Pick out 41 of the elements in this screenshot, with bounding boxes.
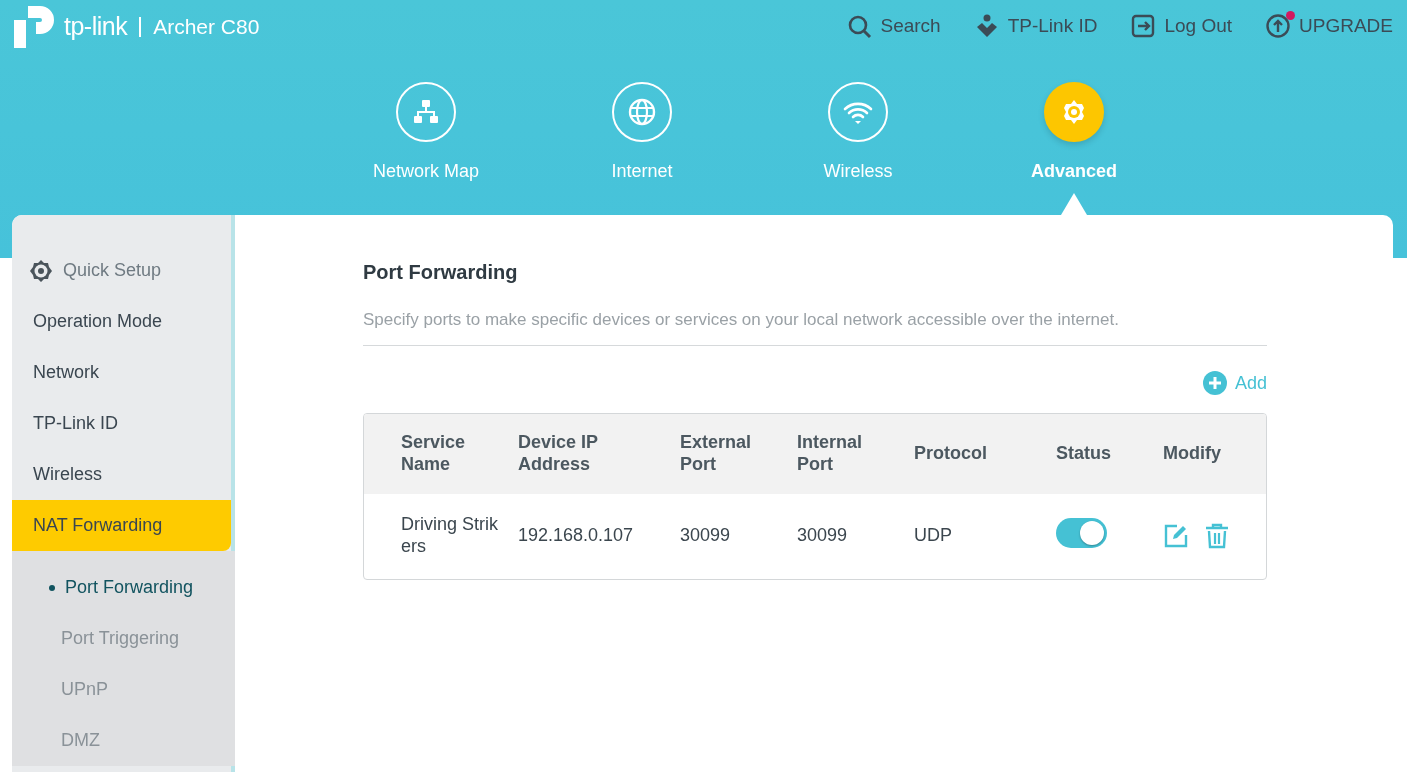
upgrade-link[interactable]: UPGRADE <box>1266 12 1393 41</box>
plus-icon <box>1202 371 1227 395</box>
column-header: External Port <box>680 430 753 475</box>
page-description: Specify ports to make specific devices or services on your local network accessible over the internet. <box>363 287 1267 346</box>
logout-link[interactable]: Log Out <box>1131 12 1233 41</box>
sidebar-item[interactable]: Network <box>12 347 231 398</box>
column-header: Status <box>1056 441 1111 464</box>
table-cell: 30099 <box>680 524 731 546</box>
table-cell-text: Driving Strikers <box>401 513 499 557</box>
submenu-item[interactable]: UPnP <box>12 664 235 715</box>
edit-icon <box>1163 523 1189 549</box>
sidebar-item[interactable]: NAT Forwarding <box>12 500 231 551</box>
column-header: Protocol <box>914 441 987 464</box>
gear-icon <box>29 258 53 283</box>
edit-button[interactable] <box>1163 523 1189 549</box>
page-title: Port Forwarding <box>363 260 519 285</box>
submenu-item[interactable]: DMZ <box>12 715 235 766</box>
table-cell: 30099 <box>797 524 848 546</box>
brand-name: tp-link <box>64 11 128 43</box>
id-link[interactable]: TP-Link ID <box>974 12 1098 41</box>
upload-icon <box>1266 13 1292 39</box>
submenu-item[interactable]: Port Triggering <box>12 613 235 664</box>
sidebar-item[interactable]: Quick Setup <box>12 245 231 296</box>
submenu-item[interactable]: Port Forwarding <box>12 562 235 613</box>
column-header: Device IP Address <box>518 430 599 475</box>
sidebar-item[interactable]: Operation Mode <box>12 296 231 347</box>
sidebar-item[interactable]: Wireless <box>12 449 231 500</box>
column-header: Service Name <box>401 430 467 475</box>
search-link[interactable]: Search <box>847 12 941 41</box>
column-header: Internal Port <box>797 430 863 475</box>
trash-icon <box>1205 523 1229 549</box>
status-toggle[interactable] <box>1056 517 1107 548</box>
globe-icon <box>627 97 657 127</box>
logout-icon <box>1131 13 1157 39</box>
table-cell: 192.168.0.107 <box>518 524 634 546</box>
sidebar-item[interactable]: TP-Link ID <box>12 398 231 449</box>
column-header: Modify <box>1163 441 1221 464</box>
search-icon <box>847 13 873 39</box>
table-cell: UDP <box>914 524 952 546</box>
model-name: Archer C80 <box>153 14 260 41</box>
delete-button[interactable] <box>1205 523 1229 549</box>
